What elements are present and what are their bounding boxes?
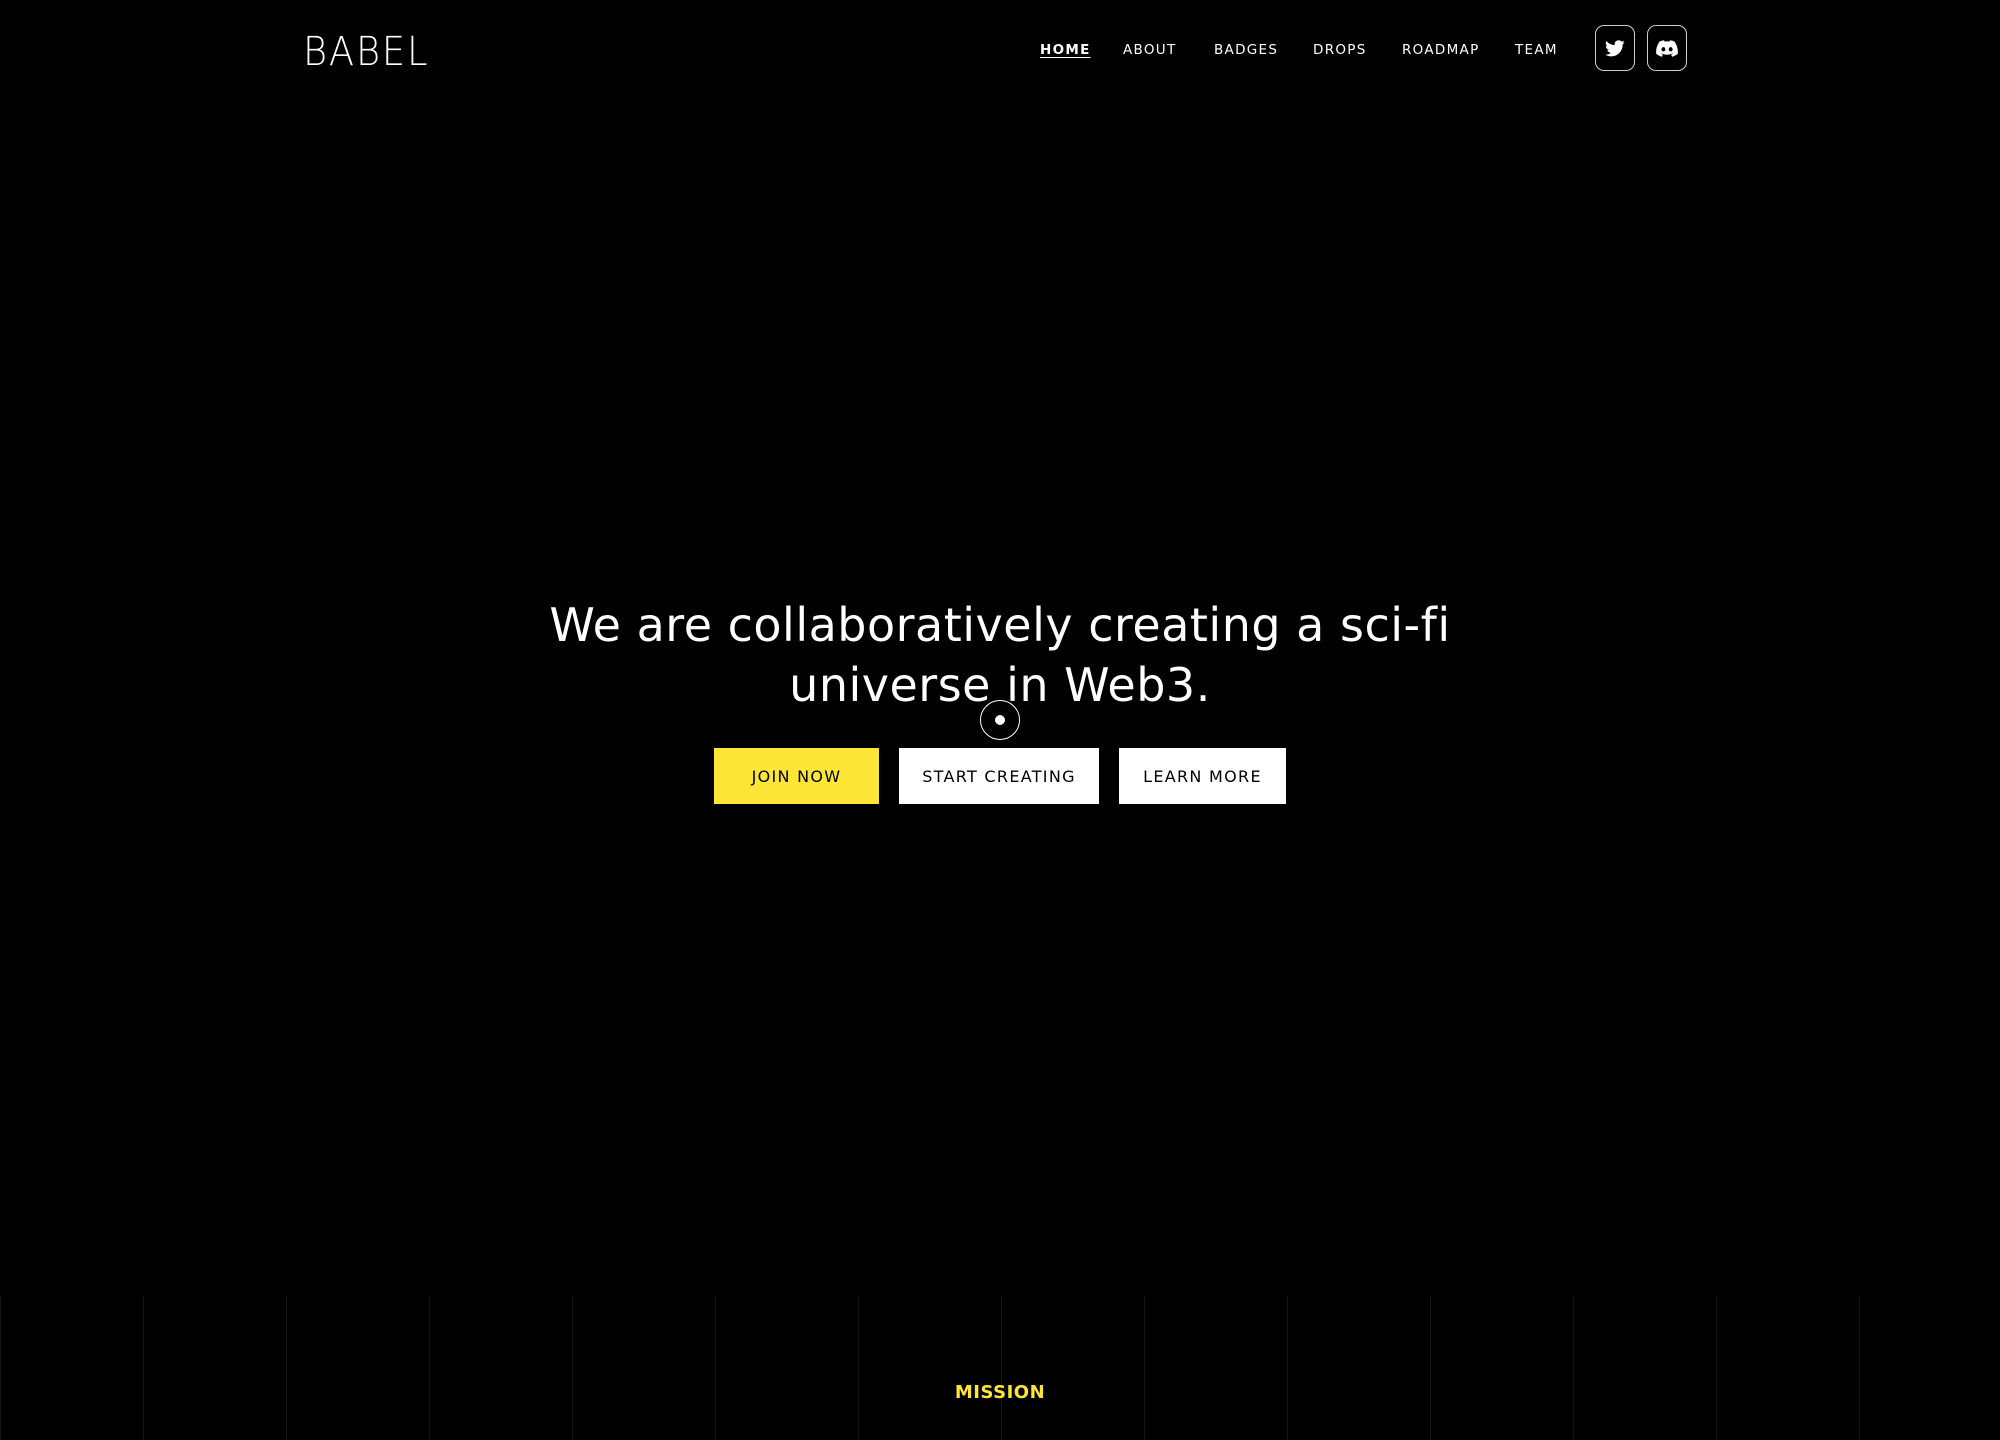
- start-creating-button[interactable]: START CREATING: [899, 748, 1099, 804]
- grid-line: [1859, 1296, 1860, 1440]
- discord-icon: [1656, 39, 1678, 57]
- grid-line: [429, 1296, 430, 1440]
- grid-line: [1287, 1296, 1288, 1440]
- grid-line: [143, 1296, 144, 1440]
- main-nav: HOME ABOUT BADGES DROPS ROADMAP TEAM: [0, 38, 2000, 62]
- learn-more-button[interactable]: LEARN MORE: [1119, 748, 1286, 804]
- grid-line: [715, 1296, 716, 1440]
- nav-item-team[interactable]: TEAM: [1515, 38, 1558, 62]
- twitter-button[interactable]: [1595, 25, 1635, 71]
- join-now-button[interactable]: JOIN NOW: [714, 748, 879, 804]
- nav-item-roadmap[interactable]: ROADMAP: [1402, 38, 1480, 62]
- page: BABEL HOME ABOUT BADGES DROPS ROADMAP TE…: [0, 0, 2000, 1440]
- discord-button[interactable]: [1647, 25, 1687, 71]
- nav-item-badges[interactable]: BADGES: [1214, 38, 1278, 62]
- grid-line: [0, 1296, 1, 1440]
- grid-line: [1001, 1296, 1002, 1440]
- site-header: BABEL HOME ABOUT BADGES DROPS ROADMAP TE…: [0, 0, 2000, 100]
- nav-item-about[interactable]: ABOUT: [1123, 38, 1177, 62]
- grid-line: [1716, 1296, 1717, 1440]
- grid-line: [286, 1296, 287, 1440]
- scroll-indicator-dot: [995, 715, 1005, 725]
- nav-item-drops[interactable]: DROPS: [1313, 38, 1367, 62]
- grid-line: [1144, 1296, 1145, 1440]
- mission-section-grid: [0, 1296, 2000, 1440]
- hero-title: We are collaboratively creating a sci-fi…: [549, 597, 1451, 712]
- scroll-indicator-icon[interactable]: [980, 700, 1020, 740]
- nav-item-home[interactable]: HOME: [1040, 38, 1091, 62]
- grid-line: [572, 1296, 573, 1440]
- grid-line: [1430, 1296, 1431, 1440]
- grid-line: [858, 1296, 859, 1440]
- twitter-icon: [1605, 39, 1625, 56]
- mission-label: MISSION: [954, 1382, 1046, 1403]
- grid-line: [1573, 1296, 1574, 1440]
